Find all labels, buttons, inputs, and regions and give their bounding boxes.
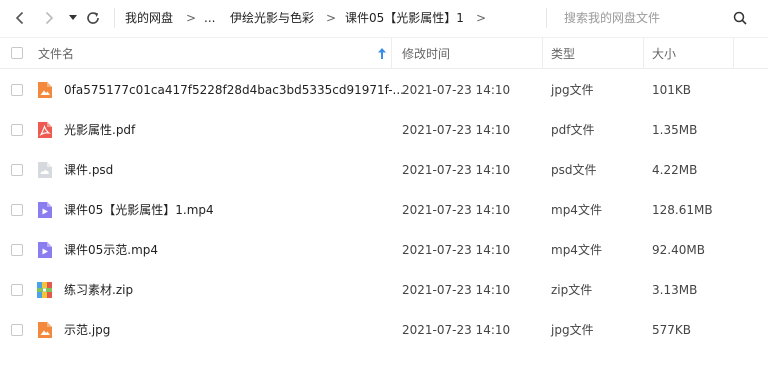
column-header-size[interactable]: 大小 [652, 47, 676, 61]
breadcrumb-item-root[interactable]: 我的网盘 [125, 11, 173, 25]
row-checkbox[interactable] [11, 244, 23, 256]
file-size: 4.22MB [652, 163, 698, 177]
column-header-type[interactable]: 类型 [551, 47, 575, 61]
file-size: 92.40MB [652, 243, 705, 257]
breadcrumb-separator: > [476, 11, 487, 25]
refresh-icon [87, 12, 99, 24]
file-name[interactable]: 课件05【光影属性】1.mp4 [64, 203, 214, 217]
file-size: 128.61MB [652, 203, 713, 217]
history-dropdown-button[interactable] [64, 9, 82, 27]
column-divider[interactable] [643, 38, 644, 69]
file-modified: 2021-07-23 14:10 [402, 283, 511, 297]
column-divider[interactable] [733, 38, 734, 69]
file-modified: 2021-07-23 14:10 [402, 123, 511, 137]
refresh-button[interactable] [84, 9, 102, 27]
column-divider[interactable] [542, 38, 543, 69]
breadcrumb-separator: > [186, 11, 197, 25]
file-type: jpg文件 [551, 83, 594, 97]
file-type: mp4文件 [551, 203, 602, 217]
table-row[interactable]: 练习素材.zip 2021-07-23 14:10 zip文件 3.13MB [0, 270, 768, 310]
file-name[interactable]: 课件05示范.mp4 [64, 243, 158, 257]
column-header-modified[interactable]: 修改时间 [402, 47, 450, 61]
table-row[interactable]: 0fa575177c01ca417f5228f28d4bac3bd5335cd9… [0, 70, 768, 110]
select-all-checkbox[interactable] [11, 47, 23, 59]
row-checkbox[interactable] [11, 324, 23, 336]
toolbar: 我的网盘 > ... 伊绘光影与色彩 > 课件05【光影属性】1 > 搜索我的网… [0, 0, 768, 37]
row-checkbox[interactable] [11, 164, 23, 176]
file-type: zip文件 [551, 283, 593, 297]
row-checkbox[interactable] [11, 124, 23, 136]
file-modified: 2021-07-23 14:10 [402, 243, 511, 257]
image-file-icon [38, 82, 52, 98]
video-file-icon [38, 202, 52, 218]
image-file-icon [38, 322, 52, 338]
video-file-icon [38, 242, 52, 258]
table-row[interactable]: 课件05【光影属性】1.mp4 2021-07-23 14:10 mp4文件 1… [0, 190, 768, 230]
back-button[interactable] [11, 9, 29, 27]
file-size: 101KB [652, 83, 692, 97]
table-row[interactable]: 课件.psd 2021-07-23 14:10 psd文件 4.22MB [0, 150, 768, 190]
row-checkbox[interactable] [11, 84, 23, 96]
file-modified: 2021-07-23 14:10 [402, 163, 511, 177]
chevron-left-icon [15, 11, 24, 25]
table-row[interactable]: 光影属性.pdf 2021-07-23 14:10 pdf文件 1.35MB [0, 110, 768, 150]
file-type: psd文件 [551, 163, 597, 177]
search-input[interactable]: 搜索我的网盘文件 [546, 6, 758, 30]
pdf-file-icon [38, 122, 52, 138]
file-modified: 2021-07-23 14:10 [402, 323, 511, 337]
caret-down-icon [69, 15, 77, 20]
file-type: jpg文件 [551, 323, 594, 337]
column-header-name[interactable]: 文件名 [38, 47, 74, 61]
file-modified: 2021-07-23 14:10 [402, 203, 511, 217]
file-name[interactable]: 光影属性.pdf [64, 123, 135, 137]
file-name[interactable]: 示范.jpg [64, 323, 110, 337]
column-divider[interactable] [391, 38, 392, 69]
table-row[interactable]: 课件05示范.mp4 2021-07-23 14:10 mp4文件 92.40M… [0, 230, 768, 270]
search-icon[interactable] [733, 11, 747, 25]
breadcrumb-separator: > [326, 11, 337, 25]
table-header: 文件名 修改时间 类型 大小 [0, 37, 768, 69]
file-size: 577KB [652, 323, 692, 337]
breadcrumb-item-current[interactable]: 课件05【光影属性】1 [345, 11, 464, 25]
breadcrumb-item-folder[interactable]: 伊绘光影与色彩 [230, 11, 314, 25]
sort-arrow-up-icon[interactable] [378, 48, 386, 59]
file-name[interactable]: 0fa575177c01ca417f5228f28d4bac3bd5335cd9… [64, 83, 404, 97]
row-checkbox[interactable] [11, 204, 23, 216]
toolbar-divider [114, 8, 115, 28]
row-checkbox[interactable] [11, 284, 23, 296]
table-row[interactable]: 示范.jpg 2021-07-23 14:10 jpg文件 577KB [0, 310, 768, 350]
psd-file-icon [38, 162, 52, 178]
file-size: 3.13MB [652, 283, 698, 297]
zip-file-icon [37, 282, 52, 298]
forward-button[interactable] [40, 9, 58, 27]
file-type: mp4文件 [551, 243, 602, 257]
file-type: pdf文件 [551, 123, 595, 137]
file-modified: 2021-07-23 14:10 [402, 83, 511, 97]
file-name[interactable]: 练习素材.zip [64, 283, 133, 297]
breadcrumb-item-ellipsis[interactable]: ... [204, 11, 215, 25]
search-placeholder: 搜索我的网盘文件 [564, 11, 661, 25]
file-name[interactable]: 课件.psd [64, 163, 113, 177]
chevron-right-icon [45, 11, 54, 25]
file-size: 1.35MB [652, 123, 698, 137]
